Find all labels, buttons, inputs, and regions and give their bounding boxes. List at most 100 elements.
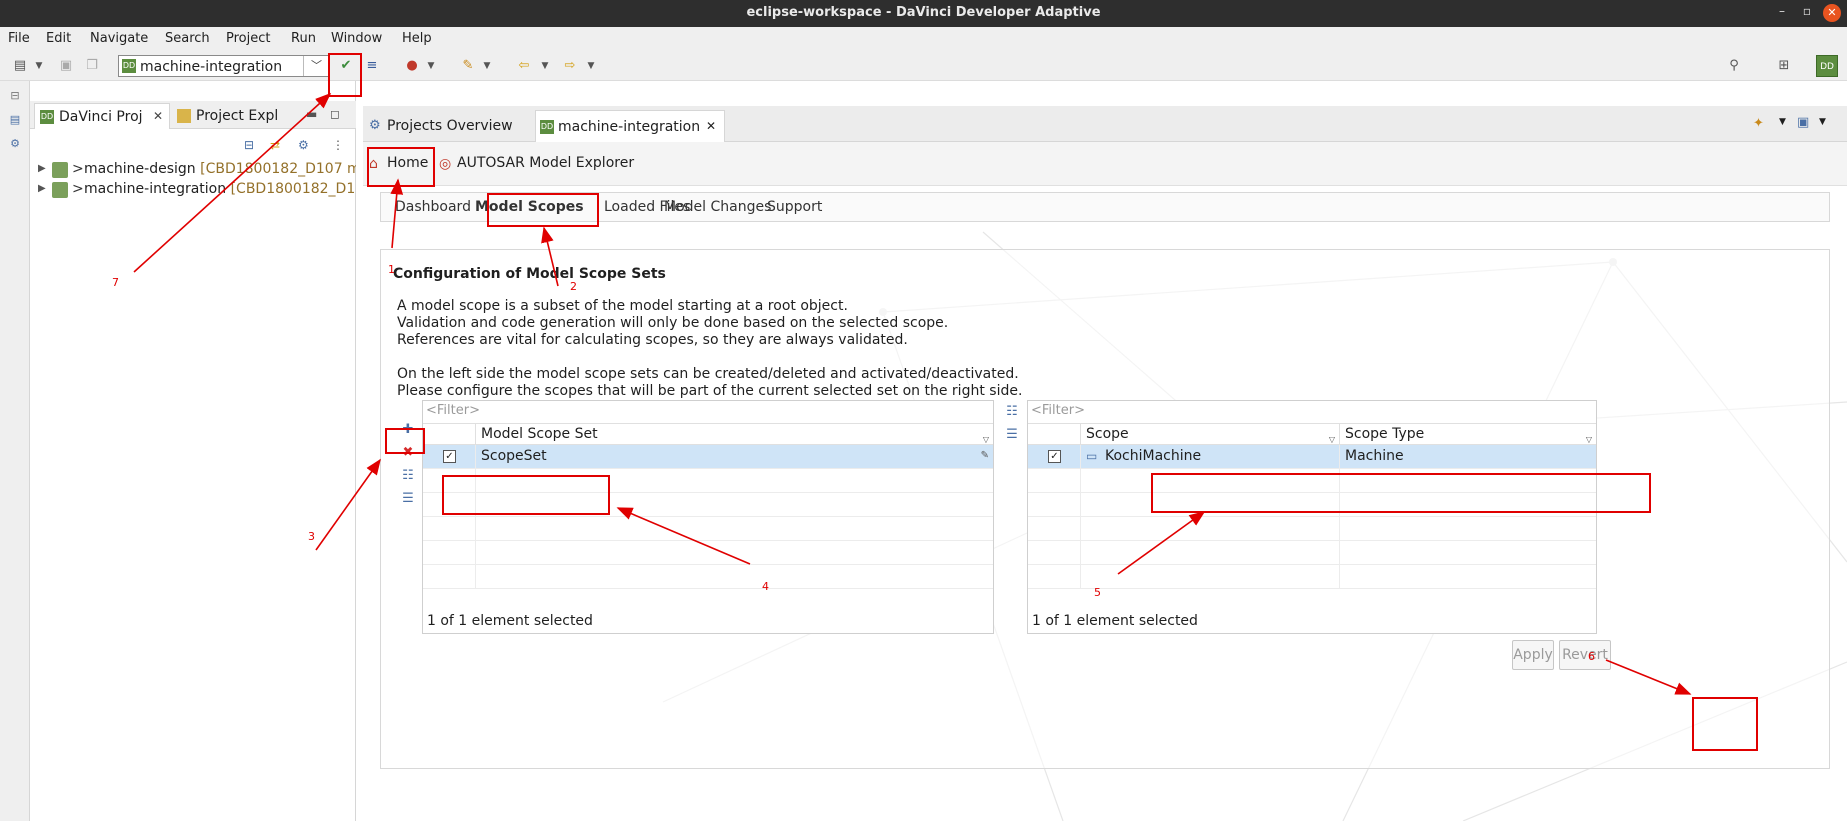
- chevron-down-icon[interactable]: ▼: [586, 58, 596, 74]
- main-toolbar: ▤ ▼ ▣ ❐ DD machine-integration ﹀ ✔ ≡ ● ▼…: [0, 51, 1847, 81]
- add-scope-set-icon[interactable]: ✚: [399, 421, 417, 439]
- minimize-icon[interactable]: ▬: [306, 107, 317, 121]
- new-icon[interactable]: ▤: [12, 58, 28, 74]
- check-all-icon[interactable]: ☷: [1003, 403, 1021, 421]
- chevron-down-icon[interactable]: ▼: [34, 58, 44, 74]
- table-row[interactable]: ✓ ▭ KochiMachine Machine: [1028, 445, 1596, 469]
- scope-sets-status: 1 of 1 element selected: [427, 613, 593, 629]
- scope-set-name: ScopeSet: [475, 445, 993, 469]
- back-icon[interactable]: ⇦: [516, 58, 532, 74]
- menu-navigate[interactable]: Navigate: [90, 31, 148, 46]
- view-icon[interactable]: ⚙: [8, 137, 22, 151]
- tree-item-machine-integration[interactable]: ▶ > machine-integration [CBD1800182_D107: [30, 180, 356, 200]
- close-icon[interactable]: ✕: [706, 119, 716, 133]
- tab-project-explorer[interactable]: Project Expl: [172, 103, 290, 129]
- chevron-down-icon[interactable]: ▼: [426, 58, 436, 74]
- collapse-all-icon[interactable]: ⊟: [244, 138, 254, 152]
- table-row: [1028, 517, 1596, 541]
- window-icon[interactable]: ▣: [1797, 115, 1809, 130]
- wand-icon[interactable]: ✦: [1753, 116, 1764, 131]
- column-header-scope[interactable]: Scope ▽: [1080, 424, 1339, 445]
- menu-file[interactable]: File: [8, 31, 30, 46]
- uncheck-all-icon[interactable]: ☰: [1003, 426, 1021, 444]
- menu-search[interactable]: Search: [165, 31, 210, 46]
- tool-icon[interactable]: ✎: [460, 58, 476, 74]
- sort-icon[interactable]: ▽: [1329, 435, 1335, 444]
- search-icon[interactable]: ⚲: [1726, 58, 1742, 74]
- restore-icon[interactable]: ⊟: [8, 89, 22, 103]
- chevron-down-icon[interactable]: ﹀: [303, 56, 329, 76]
- column-header-scope-type[interactable]: Scope Type ▽: [1339, 424, 1596, 445]
- scope-name: KochiMachine: [1105, 448, 1202, 464]
- description-line: Please configure the scopes that will be…: [397, 383, 1023, 399]
- tab-model-changes[interactable]: Model Changes: [664, 199, 771, 215]
- column-header-model-scope-set[interactable]: Model Scope Set ▽: [475, 424, 993, 445]
- save-all-icon[interactable]: ❐: [84, 58, 100, 74]
- description-line: A model scope is a subset of the model s…: [397, 298, 848, 314]
- run-icon[interactable]: ●: [404, 58, 420, 74]
- tab-label: Project Expl: [196, 108, 279, 124]
- sort-icon[interactable]: ▽: [983, 435, 989, 444]
- close-icon[interactable]: ✕: [153, 109, 163, 123]
- davinci-icon: DD: [40, 110, 54, 124]
- tab-davinci-projects[interactable]: DD DaVinci Proj ✕: [34, 103, 170, 129]
- table-row: [423, 541, 993, 565]
- table-row[interactable]: ✓ ScopeSet ✎: [423, 445, 993, 469]
- validate-icon[interactable]: ✔: [338, 58, 354, 74]
- tab-model-scopes[interactable]: Model Scopes: [475, 199, 584, 215]
- minimize-icon[interactable]: –: [1779, 4, 1785, 18]
- model-scopes-page: ⌂ Home ◎ AUTOSAR Model Explorer Dashboar…: [363, 142, 1847, 821]
- column-header-label: Scope Type: [1345, 426, 1425, 442]
- activate-icon[interactable]: ☷: [399, 467, 417, 485]
- apply-button[interactable]: Apply: [1512, 640, 1554, 670]
- sort-icon[interactable]: ▽: [1586, 435, 1592, 444]
- scopes-filter[interactable]: <Filter>: [1031, 403, 1085, 418]
- project-combo[interactable]: DD machine-integration ﹀: [118, 55, 330, 77]
- tab-support[interactable]: Support: [767, 199, 822, 215]
- chevron-down-icon[interactable]: ▼: [1779, 117, 1786, 127]
- folder-icon: [177, 109, 191, 123]
- expand-icon[interactable]: ▶: [38, 183, 46, 194]
- tab-label: Projects Overview: [387, 118, 513, 134]
- forward-icon[interactable]: ⇨: [562, 58, 578, 74]
- save-icon[interactable]: ▣: [58, 58, 74, 74]
- scope-sets-filter[interactable]: <Filter>: [426, 403, 480, 418]
- menu-window[interactable]: Window: [331, 31, 382, 46]
- expand-icon[interactable]: ▶: [38, 163, 46, 174]
- view-menu-icon[interactable]: ⋮: [332, 138, 344, 152]
- tab-projects-overview[interactable]: ⚙ Projects Overview: [365, 110, 535, 142]
- link-editor-icon[interactable]: ⇄: [270, 138, 280, 152]
- annotation-label: 2: [570, 280, 577, 293]
- tree-item-machine-design[interactable]: ▶ > machine-design [CBD1800182_D107 main: [30, 160, 356, 180]
- delete-scope-set-icon[interactable]: ✖: [399, 444, 417, 462]
- menu-project[interactable]: Project: [226, 31, 270, 46]
- table-header: Model Scope Set ▽: [423, 423, 993, 445]
- nav-home[interactable]: ⌂ Home: [369, 155, 428, 172]
- menu-run[interactable]: Run: [291, 31, 316, 46]
- filter-icon[interactable]: ⚙: [298, 138, 309, 152]
- deactivate-icon[interactable]: ☰: [399, 490, 417, 508]
- tab-machine-integration[interactable]: DD machine-integration ✕: [535, 110, 725, 142]
- maximize-icon[interactable]: ▫: [1803, 4, 1811, 18]
- scope-set-checkbox[interactable]: ✓: [443, 450, 456, 463]
- chevron-down-icon[interactable]: ▼: [482, 58, 492, 74]
- checkbox-cell: ✓: [1028, 445, 1080, 469]
- annotation-label: 6: [1588, 650, 1595, 663]
- chevron-down-icon[interactable]: ▼: [1819, 117, 1826, 127]
- maximize-icon[interactable]: ◻: [330, 107, 340, 121]
- tab-dashboard[interactable]: Dashboard: [395, 199, 471, 215]
- chevron-down-icon[interactable]: ▼: [540, 58, 550, 74]
- open-perspective-icon[interactable]: ⊞: [1776, 58, 1792, 74]
- davinci-perspective-icon[interactable]: DD: [1816, 55, 1838, 77]
- close-icon[interactable]: ✕: [1823, 4, 1841, 22]
- edit-icon[interactable]: ✎: [981, 450, 989, 461]
- menu-edit[interactable]: Edit: [46, 31, 71, 46]
- view-icon[interactable]: ▤: [8, 113, 22, 127]
- overview-icon: ⚙: [369, 118, 381, 133]
- menu-help[interactable]: Help: [402, 31, 432, 46]
- scope-checkbox[interactable]: ✓: [1048, 450, 1061, 463]
- generate-icon[interactable]: ≡: [364, 58, 380, 74]
- nav-autosar-model-explorer[interactable]: ◎ AUTOSAR Model Explorer: [439, 155, 634, 172]
- tab-label: machine-integration: [558, 119, 701, 135]
- revert-button[interactable]: Revert: [1559, 640, 1611, 670]
